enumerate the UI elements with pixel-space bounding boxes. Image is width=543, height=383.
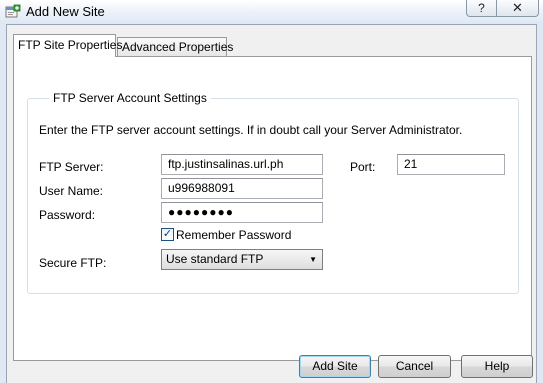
password-label: Password: [39,208,96,222]
instructions-text: Enter the FTP server account settings. I… [39,123,463,137]
help-button[interactable]: Help [461,355,533,378]
tab-panel: FTP Server Account Settings Enter the FT… [13,56,532,361]
port-input[interactable]: 21 [397,154,505,175]
close-button[interactable]: ✕ [496,0,539,17]
tab-advanced-properties[interactable]: Advanced Properties [117,37,233,58]
ftp-account-group: FTP Server Account Settings Enter the FT… [27,90,519,294]
secure-ftp-select[interactable]: Use standard FTP ▼ [161,249,323,270]
add-site-button[interactable]: Add Site [299,355,371,378]
cancel-button[interactable]: Cancel [378,355,451,378]
remember-password-checkbox[interactable]: ✓ [161,228,174,241]
remember-password-label[interactable]: Remember Password [176,227,291,243]
port-label: Port: [350,160,376,174]
tab-ftp-site-properties[interactable]: FTP Site Properties [13,34,122,57]
title-bar[interactable]: Add New Site ? ✕ [0,0,543,24]
username-label: User Name: [39,184,104,198]
password-input[interactable]: ●●●●●●●● [161,202,323,223]
secure-ftp-label: Secure FTP: [39,256,107,270]
window-title: Add New Site [26,4,105,19]
group-title: FTP Server Account Settings [49,90,211,106]
dialog-body: FTP Site Properties Advanced Properties … [6,24,537,383]
ftp-server-input[interactable]: ftp.justinsalinas.url.ph [161,154,323,175]
secure-ftp-value: Use standard FTP [166,252,264,266]
username-input[interactable]: u996988091 [161,178,323,199]
chevron-down-icon: ▼ [309,255,317,264]
add-site-icon [5,4,21,20]
ftp-server-label: FTP Server: [39,160,104,174]
title-help-button[interactable]: ? [466,0,497,17]
